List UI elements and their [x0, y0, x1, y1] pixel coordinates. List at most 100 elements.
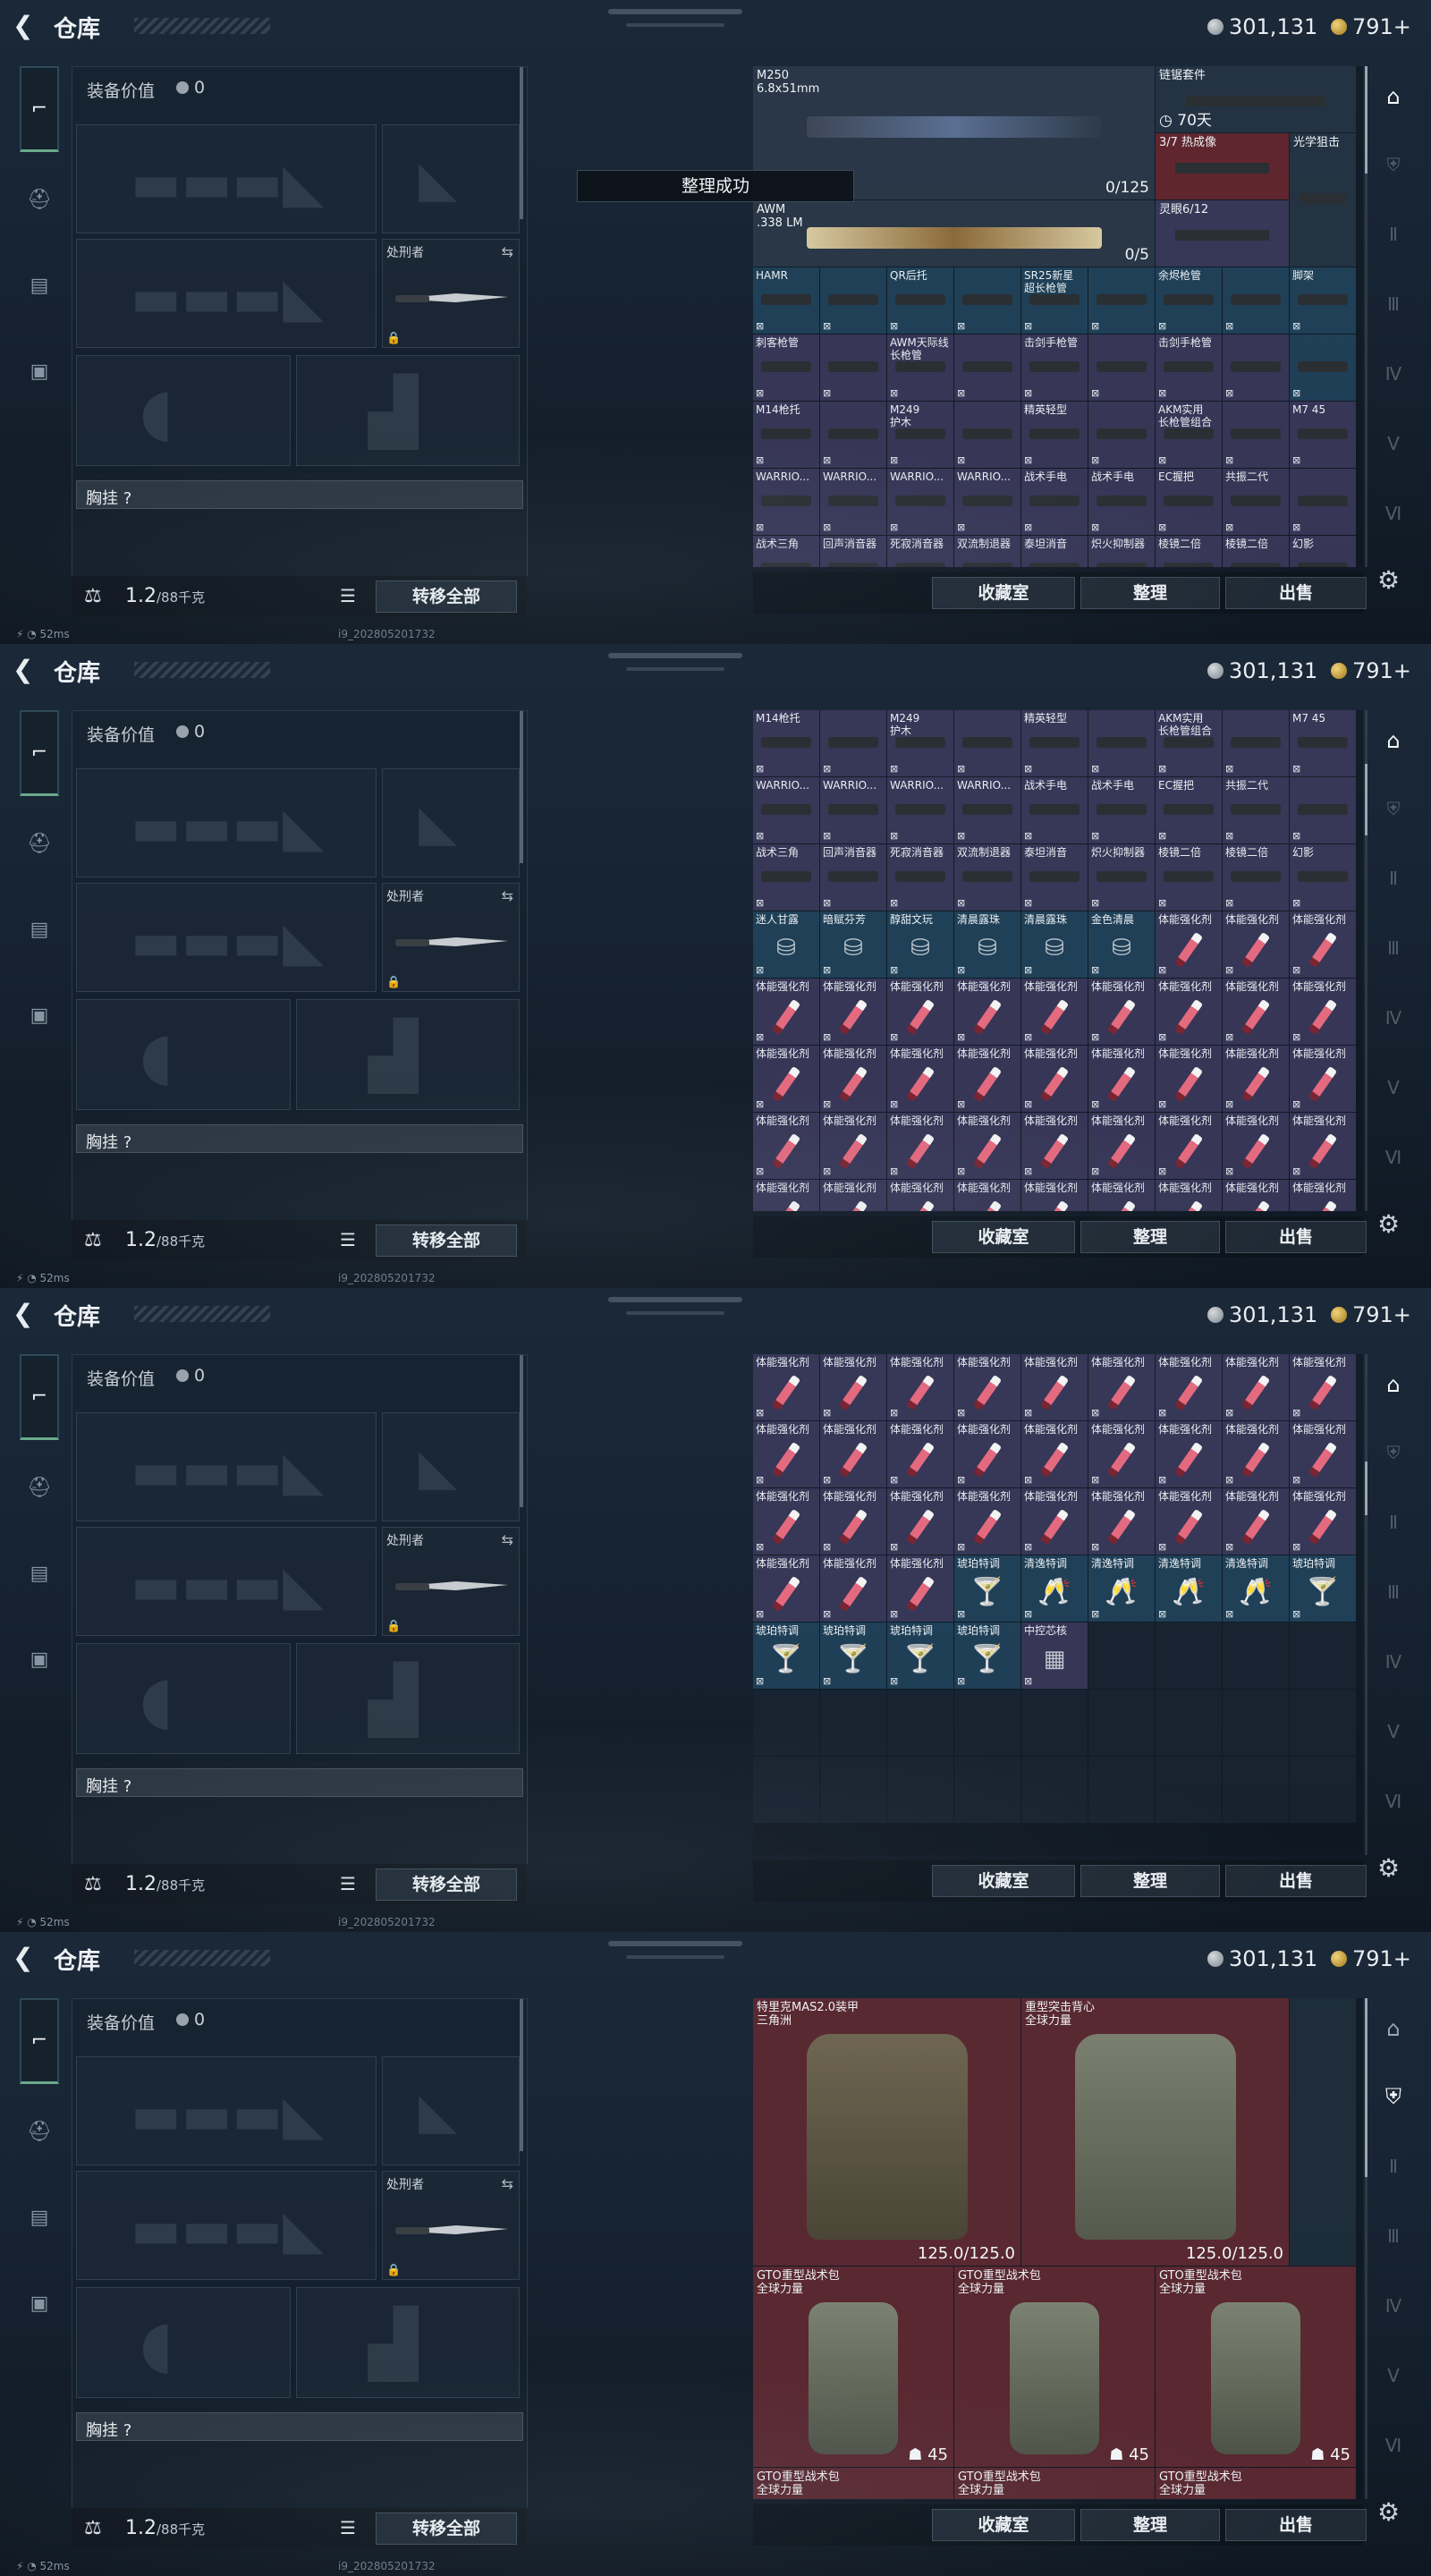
item-cell[interactable]: QR后托 ⊠ [887, 267, 953, 334]
item-cell[interactable]: ⊠ [1223, 710, 1289, 776]
item-cell[interactable]: ⊠ [954, 402, 1020, 468]
item-cell[interactable]: 体能强化剂⊠ [1088, 1354, 1155, 1420]
item-cell[interactable]: 战术三角 ⊠ [753, 844, 819, 911]
pistol-slot[interactable]: ◣ [382, 2056, 520, 2165]
weapon-category-icon[interactable]: ⌐ [20, 1998, 59, 2084]
move-all-button[interactable]: 转移全部 [376, 2512, 517, 2545]
item-cell[interactable]: 战术手电 ⊠ [1021, 469, 1088, 535]
gear-icon[interactable]: ⚙ [1377, 1209, 1400, 1239]
left-scrollbar[interactable] [520, 1999, 523, 2151]
item-cell[interactable]: EC握把 ⊠ [1156, 469, 1222, 535]
item-cell[interactable]: M14枪托 ⊠ [753, 402, 819, 468]
item-cell[interactable]: M14枪托 ⊠ [753, 710, 819, 776]
item-cell[interactable]: 体能强化剂⊠ [1021, 979, 1088, 1045]
back-arrow-icon[interactable]: ❮ [13, 13, 39, 39]
item-cell[interactable]: 体能强化剂⊠ [887, 1354, 953, 1420]
vest-category-icon[interactable]: ▤ [21, 2200, 57, 2236]
item-cell[interactable]: 琥珀特调 🍸 ⊠ [820, 1623, 886, 1689]
item-cell[interactable]: 中控芯核 ▦ ⊠ [1021, 1623, 1088, 1689]
item-cell[interactable]: 体能强化剂⊠ [1290, 1046, 1356, 1112]
gold-currency[interactable]: 791+ [1331, 1302, 1411, 1327]
item-cell[interactable]: 体能强化剂⊠ [1156, 979, 1222, 1045]
item-cell[interactable]: 体能强化剂⊠ [1021, 1488, 1088, 1555]
item-cell[interactable]: 体能强化剂⊠ [1223, 1421, 1289, 1487]
tab-ii-icon[interactable]: Ⅱ [1376, 2150, 1411, 2182]
melee-slot[interactable]: 处刑者 ⇆ 🔒 [382, 239, 520, 348]
tab-iii-icon[interactable]: Ⅲ [1376, 288, 1411, 320]
item-cell[interactable]: 体能强化剂⊠ [1156, 1113, 1222, 1179]
attachment-item[interactable]: 链锯套件 ◷ 70天 [1156, 66, 1356, 132]
item-cell[interactable]: ⊠ [1223, 267, 1289, 334]
warehouse-scrollbar[interactable] [1365, 710, 1367, 1211]
backpack-item[interactable]: GTO重型战术包 全球力量 ☗ 45 [753, 2267, 953, 2467]
item-cell[interactable]: 泰坦消音⊠ [1021, 536, 1088, 567]
tab-vi-icon[interactable]: Ⅵ [1376, 2429, 1411, 2462]
item-cell[interactable]: ⊠ [1290, 335, 1356, 401]
sort-button[interactable]: 整理 [1080, 2509, 1220, 2541]
tab-v-icon[interactable]: Ⅴ [1376, 428, 1411, 460]
item-cell[interactable]: 体能强化剂⊠ [1290, 1354, 1356, 1420]
item-cell[interactable]: 体能强化剂⊠ [753, 1354, 819, 1420]
item-cell[interactable]: 体能强化剂⊠ [887, 1180, 953, 1211]
item-cell[interactable]: 体能强化剂⊠ [1290, 1113, 1356, 1179]
item-cell[interactable]: 体能强化剂⊠ [1021, 1354, 1088, 1420]
collection-room-button[interactable]: 收藏室 [932, 1221, 1075, 1253]
item-cell[interactable]: 体能强化剂⊠ [753, 1046, 819, 1112]
item-cell[interactable]: 幻影⊠ [1290, 536, 1356, 567]
sell-button[interactable]: 出售 [1225, 1865, 1367, 1897]
backpack-item[interactable]: GTO重型战术包 全球力量 ☗ 45 [1156, 2267, 1356, 2467]
item-cell[interactable]: 棱镜二倍⊠ [1156, 536, 1222, 567]
primary-weapon-slot[interactable]: ▬▬▬◣ [76, 124, 377, 233]
warehouse-home-icon[interactable]: ⌂ [1376, 2012, 1411, 2045]
item-cell[interactable]: 体能强化剂⊠ [1223, 1488, 1289, 1555]
item-cell[interactable]: 回声消音器 ⊠ [820, 844, 886, 911]
list-icon[interactable]: ☰ [340, 585, 356, 606]
item-cell[interactable]: M249 护木 ⊠ [887, 710, 953, 776]
item-cell[interactable]: 炽火抑制器⊠ [1088, 536, 1155, 567]
item-cell[interactable]: 体能强化剂⊠ [1088, 1180, 1155, 1211]
item-cell[interactable]: 迷人甘露 ⛁ ⊠ [753, 911, 819, 978]
item-cell[interactable]: ⊠ [1290, 777, 1356, 843]
item-cell[interactable]: 体能强化剂⊠ [820, 1354, 886, 1420]
item-cell[interactable]: M7 45 ⊠ [1290, 710, 1356, 776]
item-cell[interactable]: 体能强化剂⊠ [1156, 1488, 1222, 1555]
tab-iii-icon[interactable]: Ⅲ [1376, 2220, 1411, 2252]
item-cell[interactable]: 击剑手枪管 ⊠ [1021, 335, 1088, 401]
item-cell[interactable]: 体能强化剂⊠ [887, 1488, 953, 1555]
item-cell[interactable]: 体能强化剂⊠ [1156, 1180, 1222, 1211]
sell-button[interactable]: 出售 [1225, 1221, 1367, 1253]
item-cell[interactable]: 体能强化剂⊠ [1021, 1113, 1088, 1179]
armor-item[interactable]: 重型突击背心 全球力量 125.0/125.0 [1021, 1998, 1289, 2266]
item-cell[interactable]: 体能强化剂⊠ [1156, 1421, 1222, 1487]
weapon-category-icon[interactable]: ⌐ [20, 710, 59, 796]
item-cell[interactable]: 体能强化剂⊠ [954, 1488, 1020, 1555]
item-cell[interactable]: ⊠ [954, 335, 1020, 401]
item-cell[interactable]: 战术手电 ⊠ [1088, 469, 1155, 535]
tab-ii-icon[interactable]: Ⅱ [1376, 1506, 1411, 1538]
item-cell[interactable]: 体能强化剂⊠ [887, 1046, 953, 1112]
swap-icon[interactable]: ⇆ [502, 1531, 513, 1548]
item-cell[interactable]: 体能强化剂⊠ [820, 1113, 886, 1179]
back-arrow-icon[interactable]: ❮ [13, 1945, 39, 1971]
item-cell[interactable]: ⊠ [1088, 267, 1155, 334]
item-cell[interactable]: 体能强化剂⊠ [1223, 1180, 1289, 1211]
item-cell[interactable]: 体能强化剂⊠ [954, 1354, 1020, 1420]
primary-weapon-slot[interactable]: ▬▬▬◣ [76, 768, 377, 877]
list-icon[interactable]: ☰ [340, 2517, 356, 2538]
item-cell[interactable]: 体能强化剂⊠ [753, 1555, 819, 1622]
sort-button[interactable]: 整理 [1080, 1221, 1220, 1253]
tab-iv-icon[interactable]: Ⅳ [1376, 1002, 1411, 1034]
item-cell[interactable]: 双流制退器⊠ [954, 536, 1020, 567]
back-arrow-icon[interactable]: ❮ [13, 1301, 39, 1327]
warehouse-home-icon[interactable]: ⌂ [1376, 80, 1411, 113]
item-cell[interactable]: ⊠ [1223, 402, 1289, 468]
item-cell[interactable]: 死寂消音器⊠ [887, 536, 953, 567]
list-icon[interactable]: ☰ [340, 1873, 356, 1894]
item-cell[interactable]: 共振二代 ⊠ [1223, 469, 1289, 535]
tab-iii-icon[interactable]: Ⅲ [1376, 1576, 1411, 1608]
move-all-button[interactable]: 转移全部 [376, 1868, 517, 1901]
secondary-weapon-slot[interactable]: ▬▬▬◣ [76, 2171, 377, 2280]
scroll-thumb[interactable] [1365, 1998, 1367, 2177]
item-cell[interactable]: 体能强化剂⊠ [954, 1046, 1020, 1112]
item-cell[interactable]: M249 护木 ⊠ [887, 402, 953, 468]
